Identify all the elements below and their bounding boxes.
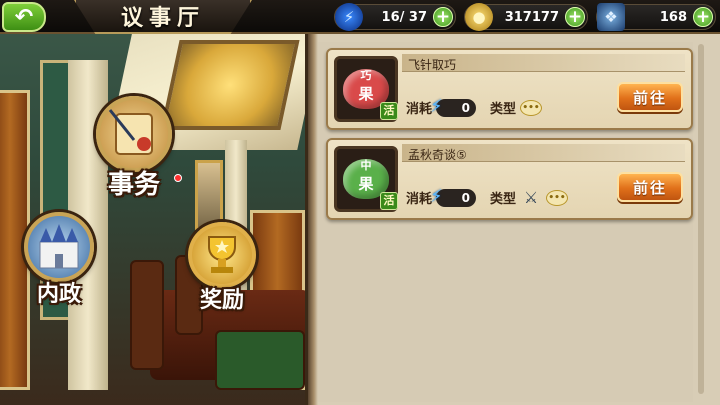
domestic-button[interactable]: 内政: [24, 212, 94, 308]
gold-counter: ● 317177 +: [464, 3, 588, 31]
energy-counter: ⚡ 16/ 37 +: [334, 3, 456, 31]
cost-box: ⚡ 0: [430, 96, 477, 117]
title-plate: 议事厅: [74, 0, 252, 34]
gem-counter: ❖ 168 +: [596, 3, 716, 31]
task-panel: 飞针取巧 巧 果 活 消耗 ⚡ 0 类型 ••• 前往 孟秋奇谈⑤ 中 果 活 …: [305, 34, 720, 405]
rewards-button[interactable]: 奖励: [188, 222, 256, 314]
scroll-icon: [96, 96, 172, 172]
gold-coin-icon: ●: [465, 3, 493, 31]
gold-value: 317177: [504, 9, 559, 25]
crossed-swords-icon: ⚔: [523, 188, 539, 207]
affairs-button[interactable]: 事务: [96, 96, 182, 201]
task-card: 孟秋奇谈⑤ 中 果 活 消耗 ⚡ 0 类型 ⚔ ••• 前往: [326, 138, 693, 220]
task-header: 孟秋奇谈⑤: [402, 144, 685, 162]
notification-dot: [174, 174, 182, 182]
go-button[interactable]: 前往: [617, 172, 683, 202]
back-button[interactable]: ↶: [2, 2, 46, 32]
crystal-icon: ❖: [597, 3, 625, 31]
fruit-top-glyph: 巧: [360, 69, 372, 82]
cost-label: 消耗: [406, 102, 433, 117]
cost-label: 消耗: [406, 192, 433, 207]
type-label: 类型: [490, 192, 517, 207]
fruit-label: 果: [358, 174, 374, 193]
page-title: 议事厅: [120, 6, 205, 31]
top-bar: ↶ 议事厅 ⚡ 16/ 37 + ● 317177 + ❖ 168 +: [0, 0, 720, 34]
cost-value: 0: [461, 100, 471, 115]
task-card: 飞针取巧 巧 果 活 消耗 ⚡ 0 类型 ••• 前往: [326, 48, 693, 130]
back-arrow-icon: ↶: [14, 4, 34, 30]
speech-bubble-icon: •••: [546, 189, 569, 207]
hall-background: [0, 0, 305, 405]
go-button[interactable]: 前往: [617, 82, 683, 112]
cost-value: 0: [461, 190, 471, 205]
lightning-icon: ⚡: [335, 3, 363, 31]
trophy-icon: [188, 222, 256, 288]
cost-box: ⚡ 0: [430, 186, 477, 207]
task-list[interactable]: 飞针取巧 巧 果 活 消耗 ⚡ 0 类型 ••• 前往 孟秋奇谈⑤ 中 果 活 …: [318, 42, 693, 402]
fruit-top-glyph: 中: [360, 159, 372, 172]
affairs-label: 事务: [107, 170, 160, 200]
chair: [215, 330, 305, 390]
skylight: [160, 40, 300, 130]
task-title: 孟秋奇谈⑤: [408, 148, 467, 162]
task-title: 飞针取巧: [408, 58, 457, 72]
add-gem-button[interactable]: +: [693, 7, 713, 27]
scrollbar[interactable]: [698, 44, 704, 394]
speech-bubble-icon: •••: [520, 99, 543, 117]
activity-badge: 活: [380, 102, 398, 120]
add-gold-button[interactable]: +: [565, 7, 585, 27]
castle-icon: [24, 212, 94, 282]
fruit-label: 果: [358, 84, 374, 103]
energy-value: 16/ 37: [381, 9, 427, 25]
task-info-row: 消耗 ⚡ 0 类型 ⚔ •••: [406, 186, 569, 207]
domestic-label: 内政: [36, 282, 81, 307]
rewards-label: 奖励: [199, 288, 244, 313]
add-energy-button[interactable]: +: [433, 7, 453, 27]
lightning-icon: ⚡: [430, 95, 443, 117]
task-info-row: 消耗 ⚡ 0 类型 •••: [406, 96, 543, 117]
painting: [195, 160, 223, 230]
lightning-icon: ⚡: [430, 185, 443, 207]
activity-badge: 活: [380, 192, 398, 210]
chair: [130, 260, 164, 370]
type-label: 类型: [490, 102, 517, 117]
task-header: 飞针取巧: [402, 54, 685, 72]
gem-value: 168: [659, 9, 687, 25]
